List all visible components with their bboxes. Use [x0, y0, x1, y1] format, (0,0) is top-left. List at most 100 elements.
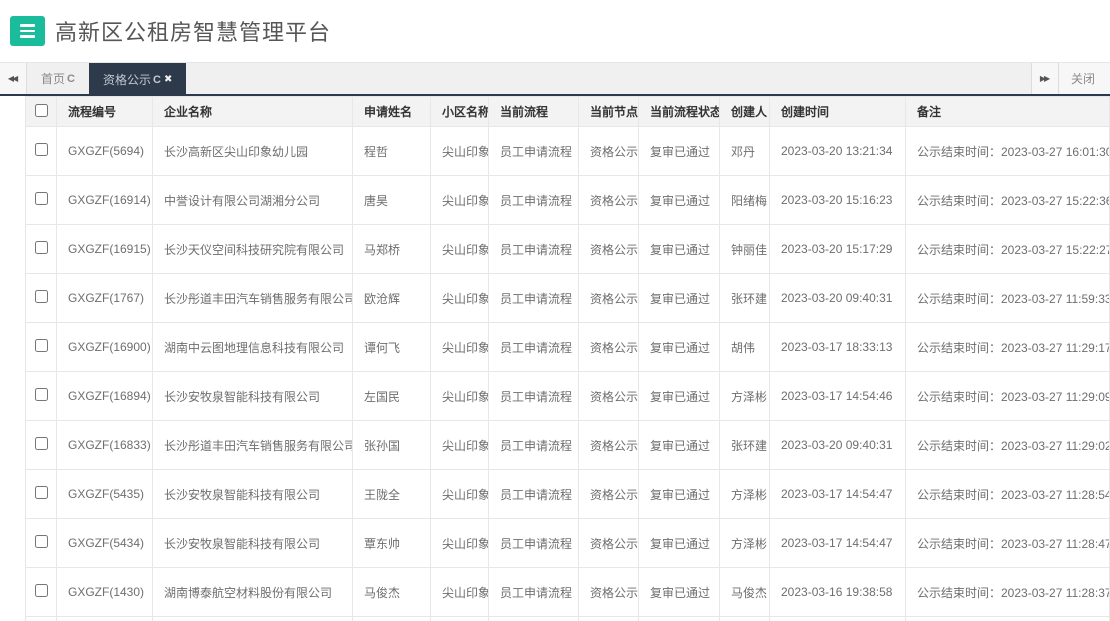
cell-creator: 方泽彬: [719, 518, 770, 568]
cell-community: 尖山印象: [430, 420, 489, 470]
cell-process_id: GXGZF(5435): [56, 469, 153, 519]
table-row-partial: [25, 616, 1110, 621]
row-select-cell: [25, 126, 57, 176]
cell-creator: 阳绪梅: [719, 175, 770, 225]
double-chevron-left-icon: ◀◀: [7, 74, 18, 83]
cell-remark: 公示结束时间：2023-03-27 11:29:09: [905, 371, 1110, 421]
cell-remark: 公示结束时间：2023-03-27 11:59:33: [905, 273, 1110, 323]
cell-company: 长沙天仪空间科技研究院有限公司: [152, 224, 353, 274]
cell-community: 尖山印象: [430, 224, 489, 274]
tab-qualification-publicity[interactable]: 资格公示 C ✖: [88, 63, 187, 96]
refresh-icon[interactable]: C: [153, 74, 161, 86]
row-checkbox[interactable]: [34, 535, 48, 548]
cell-company: 长沙安牧泉智能科技有限公司: [152, 518, 353, 568]
open-tabs: 首页 C 资格公示 C ✖: [27, 63, 187, 96]
row-checkbox[interactable]: [34, 290, 48, 303]
hamburger-icon: [20, 24, 35, 27]
cell-current_process: 员工申请流程: [488, 224, 579, 274]
cell-company: 湖南中云图地理信息科技有限公司: [152, 322, 353, 372]
cell-created_at: 2023-03-20 15:16:23: [769, 175, 906, 225]
cell-process_status: 复审已通过: [638, 175, 720, 225]
cell-current_node: 资格公示: [578, 420, 639, 470]
cell-created_at: 2023-03-17 18:33:13: [769, 322, 906, 372]
cell-creator: 钟丽佳: [719, 224, 770, 274]
row-select-cell: [25, 322, 57, 372]
table-row: GXGZF(5694) 长沙高新区尖山印象幼儿园 程哲 尖山印象 员工申请流程 资格公示复…: [25, 126, 1110, 176]
cell-process_status: 复审已通过: [638, 371, 720, 421]
cell-process_status: 复审已通过: [638, 126, 720, 176]
cell-empty: [769, 616, 906, 621]
row-checkbox[interactable]: [34, 584, 48, 597]
select-all-checkbox[interactable]: [34, 103, 48, 117]
cell-creator: 方泽彬: [719, 371, 770, 421]
cell-current_node: 资格公示: [578, 371, 639, 421]
cell-process_id: GXGZF(16914): [56, 175, 153, 225]
row-checkbox[interactable]: [34, 192, 48, 205]
cell-process_status: 复审已通过: [638, 469, 720, 519]
cell-creator: 方泽彬: [719, 469, 770, 519]
cell-process_status: 复审已通过: [638, 567, 720, 617]
table-row: GXGZF(16915) 长沙天仪空间科技研究院有限公司 马郑桥 尖山印象 员工申请流程…: [25, 224, 1110, 274]
table-row: GXGZF(16914) 中誉设计有限公司湖湘分公司 唐昊 尖山印象 员工申请流程 资格公…: [25, 175, 1110, 225]
row-checkbox[interactable]: [34, 486, 48, 499]
cell-current_process: 员工申请流程: [488, 126, 579, 176]
column-header-remark: 备注: [905, 96, 1110, 127]
row-checkbox[interactable]: [34, 241, 48, 254]
table-row: GXGZF(16833) 长沙彤道丰田汽车销售服务有限公司 张孙国 尖山印象 员工申请流…: [25, 420, 1110, 470]
cell-community: 尖山印象: [430, 175, 489, 225]
row-checkbox[interactable]: [34, 388, 48, 401]
cell-created_at: 2023-03-20 13:21:34: [769, 126, 906, 176]
cell-applicant: 马郑桥: [352, 224, 431, 274]
tab-label: 首页: [41, 72, 66, 86]
cell-empty: [25, 616, 57, 621]
cell-creator: 马俊杰: [719, 567, 770, 617]
close-menu-button[interactable]: 关闭: [1058, 63, 1110, 94]
cell-process_status: 复审已通过: [638, 420, 720, 470]
cell-created_at: 2023-03-17 14:54:46: [769, 371, 906, 421]
cell-company: 湖南博泰航空材料股份有限公司: [152, 567, 353, 617]
cell-created_at: 2023-03-20 09:40:31: [769, 420, 906, 470]
cell-process_status: 复审已通过: [638, 224, 720, 274]
cell-applicant: 程哲: [352, 126, 431, 176]
cell-empty: [352, 616, 431, 621]
cell-current_node: 资格公示: [578, 567, 639, 617]
cell-process_status: 复审已通过: [638, 518, 720, 568]
cell-process_id: GXGZF(5694): [56, 126, 153, 176]
tabs-scroll-left-button[interactable]: ◀◀: [0, 63, 27, 94]
row-select-cell: [25, 371, 57, 421]
tab-home[interactable]: 首页 C: [27, 63, 89, 94]
row-checkbox[interactable]: [34, 339, 48, 352]
refresh-icon[interactable]: C: [67, 73, 75, 85]
qualification-publicity-table: 流程编号 企业名称 申请姓名 小区名称 当前流程 当前节点 当前流程状态 创建人…: [25, 96, 1110, 621]
column-header-process-id: 流程编号: [56, 96, 153, 127]
cell-company: 长沙安牧泉智能科技有限公司: [152, 469, 353, 519]
cell-empty: [488, 616, 579, 621]
column-header-community: 小区名称: [430, 96, 489, 127]
row-checkbox[interactable]: [34, 437, 48, 450]
app-header: 高新区公租房智慧管理平台: [0, 0, 1110, 62]
cell-remark: 公示结束时间：2023-03-27 11:29:02: [905, 420, 1110, 470]
column-header-current-node: 当前节点: [578, 96, 639, 127]
menu-toggle-button[interactable]: [10, 16, 45, 46]
cell-applicant: 唐昊: [352, 175, 431, 225]
cell-community: 尖山印象: [430, 567, 489, 617]
cell-current_node: 资格公示: [578, 224, 639, 274]
row-checkbox[interactable]: [34, 143, 48, 156]
cell-company: 长沙安牧泉智能科技有限公司: [152, 371, 353, 421]
cell-remark: 公示结束时间：2023-03-27 11:28:37: [905, 567, 1110, 617]
cell-created_at: 2023-03-17 14:54:47: [769, 518, 906, 568]
cell-created_at: 2023-03-16 19:38:58: [769, 567, 906, 617]
cell-applicant: 谭何飞: [352, 322, 431, 372]
cell-empty: [578, 616, 639, 621]
cell-current_node: 资格公示: [578, 175, 639, 225]
tabs-scroll-right-button[interactable]: ▶▶: [1031, 63, 1058, 94]
table-header-row: 流程编号 企业名称 申请姓名 小区名称 当前流程 当前节点 当前流程状态 创建人…: [25, 96, 1110, 127]
cell-current_node: 资格公示: [578, 518, 639, 568]
cell-current_node: 资格公示: [578, 469, 639, 519]
cell-process_id: GXGZF(16915): [56, 224, 153, 274]
cell-remark: 公示结束时间：2023-03-27 15:22:36: [905, 175, 1110, 225]
cell-creator: 胡伟: [719, 322, 770, 372]
app-title: 高新区公租房智慧管理平台: [55, 20, 332, 45]
close-tab-icon[interactable]: ✖: [164, 74, 172, 85]
cell-remark: 公示结束时间：2023-03-27 11:28:47: [905, 518, 1110, 568]
